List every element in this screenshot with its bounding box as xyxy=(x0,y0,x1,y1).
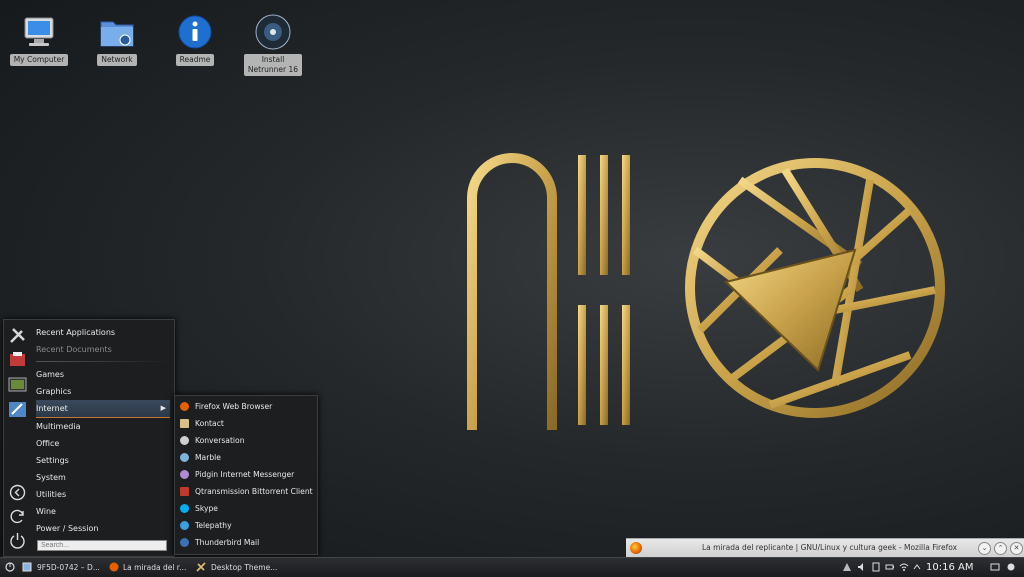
submenu-item-firefox[interactable]: Firefox Web Browser xyxy=(175,398,317,415)
refresh-icon[interactable] xyxy=(8,507,27,526)
submenu-item-qtransmission[interactable]: Qtransmission Bittorrent Client xyxy=(175,483,317,500)
submenu-item-label: Marble xyxy=(195,453,221,462)
thunderbird-icon xyxy=(180,538,189,547)
chevron-up-icon[interactable]: ⌃ xyxy=(994,542,1007,555)
menu-item-internet[interactable]: Internet ▶ xyxy=(36,400,170,418)
menu-item-graphics[interactable]: Graphics xyxy=(36,383,170,400)
install-disc-icon xyxy=(253,12,293,52)
submenu-item-pidgin[interactable]: Pidgin Internet Messenger xyxy=(175,466,317,483)
submenu-item-label: Skype xyxy=(195,504,218,513)
desktop-icon-network[interactable]: Network xyxy=(85,12,149,66)
desktop-icon-my-computer[interactable]: My Computer xyxy=(7,12,71,66)
chevron-right-icon: ▶ xyxy=(160,404,166,412)
skype-icon xyxy=(180,504,189,513)
pidgin-icon xyxy=(180,470,189,479)
tools-icon[interactable] xyxy=(8,326,27,345)
taskbar: 9F5D-0742 – D... La mirada del r... Desk… xyxy=(0,557,1024,577)
submenu-item-kontact[interactable]: Kontact xyxy=(175,415,317,432)
menu-item-power-session[interactable]: Power / Session xyxy=(36,520,170,537)
menu-item-utilities[interactable]: Utilities xyxy=(36,486,170,503)
clock[interactable]: 10:16 AM xyxy=(926,558,973,577)
marble-icon xyxy=(180,453,189,462)
info-icon xyxy=(175,12,215,52)
chevron-down-icon[interactable]: ⌄ xyxy=(978,542,991,555)
start-menu-icon[interactable] xyxy=(5,562,15,572)
terminal-icon[interactable] xyxy=(8,375,27,394)
file-manager-icon[interactable] xyxy=(22,562,32,572)
firefox-icon xyxy=(630,542,642,554)
submenu-item-marble[interactable]: Marble xyxy=(175,449,317,466)
qtransmission-icon xyxy=(180,487,189,496)
menu-item-office[interactable]: Office xyxy=(36,435,170,452)
menu-item-wine[interactable]: Wine xyxy=(36,503,170,520)
show-desktop-icon[interactable] xyxy=(990,562,1000,572)
submenu-item-thunderbird[interactable]: Thunderbird Mail xyxy=(175,534,317,551)
desktop-icon-install-netrunner[interactable]: Install Netrunner 16 xyxy=(241,12,305,76)
computer-icon xyxy=(19,12,59,52)
close-icon[interactable]: ✕ xyxy=(1010,542,1023,555)
menu-item-recent-applications[interactable]: Recent Applications xyxy=(36,324,170,341)
firefox-icon xyxy=(109,562,119,572)
desktop-icon-readme[interactable]: Readme xyxy=(163,12,227,66)
menu-sidebar xyxy=(4,320,31,556)
internet-submenu: Firefox Web Browser Kontact Konversation… xyxy=(174,395,318,555)
menu-item-games[interactable]: Games xyxy=(36,366,170,383)
menu-item-system[interactable]: System xyxy=(36,469,170,486)
desktop-theme-icon xyxy=(196,562,206,572)
submenu-item-label: Kontact xyxy=(195,419,224,428)
menu-item-label: Internet xyxy=(36,404,68,413)
menu-item-recent-documents[interactable]: Recent Documents xyxy=(36,341,170,358)
cashew-icon[interactable] xyxy=(1006,562,1016,572)
system-settings-icon[interactable] xyxy=(8,400,27,419)
task-desktop-theme[interactable]: Desktop Theme... xyxy=(211,558,277,577)
firefox-window-titlebar[interactable]: La mirada del replicante | GNU/Linux y c… xyxy=(626,538,1024,557)
firefox-icon xyxy=(180,402,189,411)
konversation-icon xyxy=(180,436,189,445)
task-firefox[interactable]: La mirada del r... xyxy=(123,558,186,577)
window-title: La mirada del replicante | GNU/Linux y c… xyxy=(702,543,958,552)
start-menu: Recent Applications Recent Documents Gam… xyxy=(3,319,175,557)
menu-search-input[interactable] xyxy=(37,540,167,551)
power-icon[interactable] xyxy=(8,531,27,550)
clipboard-icon[interactable] xyxy=(871,562,881,572)
submenu-item-label: Thunderbird Mail xyxy=(195,538,260,547)
battery-icon[interactable] xyxy=(885,562,895,572)
telepathy-icon xyxy=(180,521,189,530)
menu-item-multimedia[interactable]: Multimedia xyxy=(36,418,170,435)
network-icon[interactable] xyxy=(899,562,909,572)
tray-arrow-icon[interactable] xyxy=(912,562,922,572)
desktop-icon-label: Install Netrunner 16 xyxy=(243,54,303,76)
desktop-icon-label: My Computer xyxy=(9,54,69,66)
back-icon[interactable] xyxy=(8,483,27,502)
submenu-item-label: Firefox Web Browser xyxy=(195,402,273,411)
desktop-icon-label: Readme xyxy=(175,54,215,66)
submenu-item-skype[interactable]: Skype xyxy=(175,500,317,517)
menu-separator xyxy=(36,361,170,362)
netrunner-logo xyxy=(467,153,945,430)
menu-item-settings[interactable]: Settings xyxy=(36,452,170,469)
notifications-icon[interactable] xyxy=(842,562,852,572)
submenu-item-label: Pidgin Internet Messenger xyxy=(195,470,295,479)
submenu-item-label: Konversation xyxy=(195,436,245,445)
task-9f5d[interactable]: 9F5D-0742 – D... xyxy=(37,558,100,577)
submenu-item-konversation[interactable]: Konversation xyxy=(175,432,317,449)
kontact-icon xyxy=(180,419,189,428)
network-folder-icon xyxy=(97,12,137,52)
submenu-item-label: Telepathy xyxy=(195,521,232,530)
submenu-item-label: Qtransmission Bittorrent Client xyxy=(195,487,313,496)
volume-icon[interactable] xyxy=(857,562,867,572)
submenu-item-telepathy[interactable]: Telepathy xyxy=(175,517,317,534)
software-center-icon[interactable] xyxy=(8,350,27,369)
desktop-icon-label: Network xyxy=(97,54,137,66)
